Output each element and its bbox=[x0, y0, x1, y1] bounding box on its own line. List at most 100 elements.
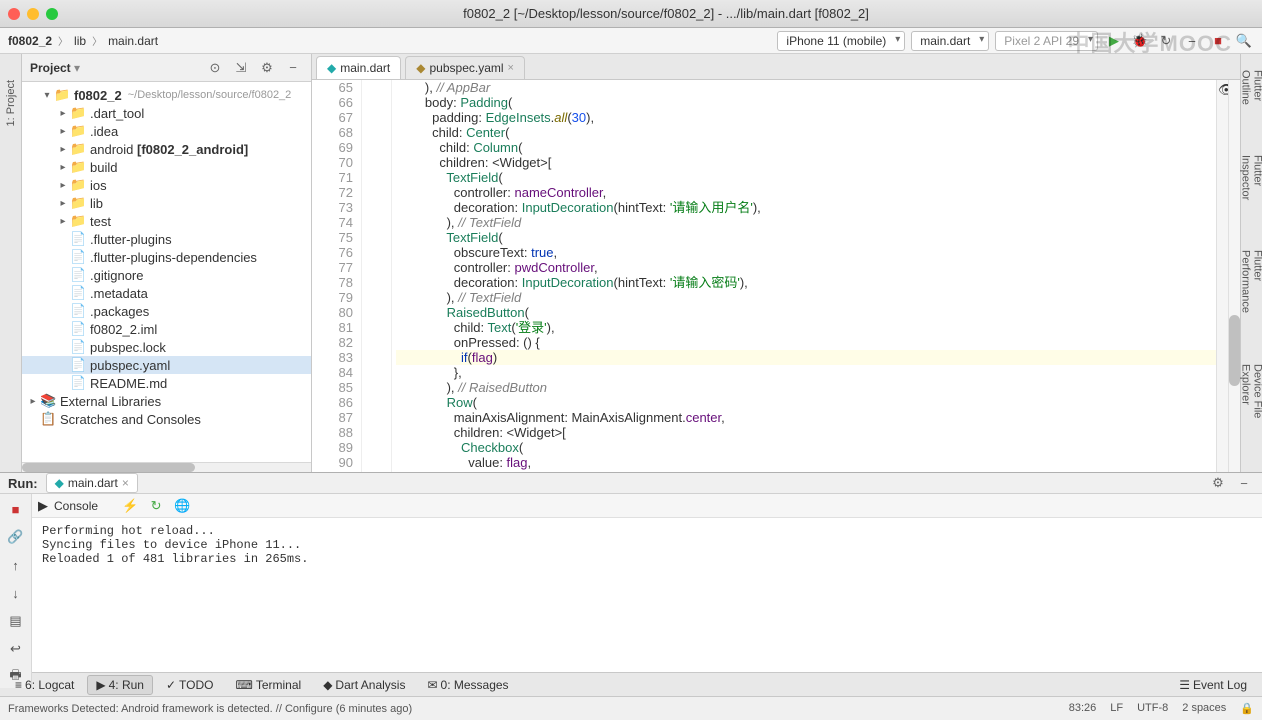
up-icon[interactable]: ↑ bbox=[5, 554, 27, 576]
tree-h-scrollbar[interactable] bbox=[22, 462, 311, 472]
tree-item[interactable]: ▸📁.dart_tool bbox=[22, 104, 311, 122]
attach-icon[interactable]: 🔗 bbox=[5, 526, 27, 548]
locate-icon[interactable]: ⊙ bbox=[205, 58, 225, 78]
inspection-eye-icon[interactable]: 👁 bbox=[1218, 82, 1226, 90]
code-content[interactable]: ), // AppBar body: Padding( padding: Edg… bbox=[392, 80, 1216, 472]
project-tool-tab[interactable]: 1: Project bbox=[3, 74, 19, 132]
tree-root[interactable]: ▾ 📁 f0802_2 ~/Desktop/lesson/source/f080… bbox=[22, 86, 311, 104]
layout-icon[interactable]: ▤ bbox=[5, 610, 27, 632]
device-selector[interactable]: iPhone 11 (mobile) bbox=[777, 31, 905, 51]
close-window[interactable] bbox=[8, 8, 20, 20]
messages-tab[interactable]: ✉0: Messages bbox=[418, 675, 517, 695]
tree-item[interactable]: 📄.flutter-plugins bbox=[22, 230, 311, 248]
tree-item[interactable]: 📄.flutter-plugins-dependencies bbox=[22, 248, 311, 266]
run-button[interactable]: ▶ bbox=[1104, 31, 1124, 51]
tree-arrow-icon[interactable]: ▸ bbox=[56, 144, 70, 155]
tree-item-label: android [f0802_2_android] bbox=[90, 142, 248, 157]
editor-v-scrollbar[interactable] bbox=[1228, 80, 1240, 472]
indent-setting[interactable]: 2 spaces bbox=[1182, 702, 1226, 715]
close-tab-icon[interactable]: × bbox=[508, 62, 514, 74]
project-tree[interactable]: ▾ 📁 f0802_2 ~/Desktop/lesson/source/f080… bbox=[22, 82, 311, 462]
editor-tab-main[interactable]: ◆ main.dart bbox=[316, 56, 401, 79]
lock-icon[interactable]: 🔒 bbox=[1240, 702, 1254, 715]
tree-ext-libraries[interactable]: ▸ 📚 External Libraries bbox=[22, 392, 311, 410]
console-output[interactable]: Performing hot reload... Syncing files t… bbox=[32, 518, 1262, 688]
stop-icon[interactable]: ■ bbox=[5, 498, 27, 520]
tree-item[interactable]: ▸📁android [f0802_2_android] bbox=[22, 140, 311, 158]
device-file-explorer-tab[interactable]: Device File Explorer bbox=[1238, 358, 1262, 468]
breadcrumb[interactable]: f0802_2 〉 lib 〉 main.dart bbox=[8, 33, 158, 48]
hide-icon[interactable]: − bbox=[283, 58, 303, 78]
debug-button[interactable]: 🐞 bbox=[1130, 31, 1150, 51]
tree-item[interactable]: 📄 f0802_2.iml bbox=[22, 320, 311, 338]
tree-item[interactable]: 📄.gitignore bbox=[22, 266, 311, 284]
file-icon: 📁 bbox=[70, 195, 86, 211]
tree-item[interactable]: 📄pubspec.yaml bbox=[22, 356, 311, 374]
tree-item[interactable]: 📄.packages bbox=[22, 302, 311, 320]
run-config-tab[interactable]: ◆ main.dart × bbox=[46, 473, 138, 493]
editor-tab-pubspec[interactable]: ◆ pubspec.yaml × bbox=[405, 56, 525, 79]
minimize-window[interactable] bbox=[27, 8, 39, 20]
file-encoding[interactable]: UTF-8 bbox=[1137, 702, 1168, 715]
restart-icon[interactable]: ↻ bbox=[146, 496, 166, 516]
search-icon[interactable]: 🔍 bbox=[1234, 31, 1254, 51]
flutter-performance-tab[interactable]: Flutter Performance bbox=[1238, 244, 1262, 353]
console-tab-label[interactable]: Console bbox=[54, 499, 98, 513]
annotation-strip[interactable]: 👁 bbox=[1216, 80, 1228, 472]
hot-reload-button[interactable]: ↻ bbox=[1156, 31, 1176, 51]
tree-item[interactable]: ▸📁ios bbox=[22, 176, 311, 194]
tree-item-label: f0802_2.iml bbox=[90, 322, 157, 337]
fold-column[interactable] bbox=[362, 80, 392, 472]
devtools-icon[interactable]: 🌐 bbox=[172, 496, 192, 516]
line-separator[interactable]: LF bbox=[1110, 702, 1123, 715]
settings-icon[interactable]: ⚙ bbox=[257, 58, 277, 78]
hot-reload-icon[interactable]: ⚡ bbox=[120, 496, 140, 516]
tree-scratches[interactable]: 📋 Scratches and Consoles bbox=[22, 410, 311, 428]
run-tab[interactable]: ▶4: Run bbox=[87, 675, 153, 695]
tree-arrow-icon[interactable]: ▸ bbox=[56, 126, 70, 137]
breadcrumb-folder[interactable]: lib bbox=[74, 34, 86, 48]
tree-arrow-icon[interactable]: ▸ bbox=[56, 198, 70, 209]
todo-tab[interactable]: ✓TODO bbox=[157, 675, 223, 695]
attach-button[interactable]: ⎯ bbox=[1182, 31, 1202, 51]
tree-item[interactable]: 📄README.md bbox=[22, 374, 311, 392]
tree-item[interactable]: ▸📁build bbox=[22, 158, 311, 176]
tree-item-label: .packages bbox=[90, 304, 149, 319]
event-log-tab[interactable]: ☰Event Log bbox=[1170, 675, 1256, 695]
tree-item-label: pubspec.yaml bbox=[90, 358, 170, 373]
tree-item[interactable]: ▸📁.idea bbox=[22, 122, 311, 140]
line-gutter[interactable]: 6566676869707172737475767778798081828384… bbox=[312, 80, 362, 472]
code-editor[interactable]: 6566676869707172737475767778798081828384… bbox=[312, 80, 1240, 472]
settings-icon[interactable]: ⚙ bbox=[1208, 473, 1228, 493]
terminal-tab[interactable]: ⌨Terminal bbox=[227, 675, 311, 695]
zoom-window[interactable] bbox=[46, 8, 58, 20]
breadcrumb-project[interactable]: f0802_2 bbox=[8, 34, 52, 48]
logcat-tab[interactable]: ≡6: Logcat bbox=[6, 675, 83, 695]
flutter-outline-tab[interactable]: Flutter Outline bbox=[1238, 64, 1262, 145]
tree-item[interactable]: 📄.metadata bbox=[22, 284, 311, 302]
tree-arrow-icon[interactable]: ▸ bbox=[56, 180, 70, 191]
tree-arrow-icon[interactable]: ▸ bbox=[56, 216, 70, 227]
chevron-right-icon[interactable]: ▸ bbox=[26, 396, 40, 407]
emulator-selector[interactable]: Pixel 2 API 29 bbox=[995, 31, 1098, 51]
chevron-down-icon[interactable]: ▾ bbox=[40, 90, 54, 101]
down-icon[interactable]: ↓ bbox=[5, 582, 27, 604]
tree-item[interactable]: ▸📁lib bbox=[22, 194, 311, 212]
tree-item[interactable]: 📄pubspec.lock bbox=[22, 338, 311, 356]
run-config-selector[interactable]: main.dart bbox=[911, 31, 989, 51]
file-icon: 📄 bbox=[70, 321, 86, 337]
stop-button[interactable]: ■ bbox=[1208, 31, 1228, 51]
expand-icon[interactable]: ⇲ bbox=[231, 58, 251, 78]
hide-icon[interactable]: − bbox=[1234, 473, 1254, 493]
status-message[interactable]: Frameworks Detected: Android framework i… bbox=[8, 703, 412, 715]
tree-item-label: .flutter-plugins-dependencies bbox=[90, 250, 257, 265]
breadcrumb-file[interactable]: main.dart bbox=[108, 34, 158, 48]
tree-arrow-icon[interactable]: ▸ bbox=[56, 108, 70, 119]
close-icon[interactable]: × bbox=[122, 476, 129, 490]
tree-arrow-icon[interactable]: ▸ bbox=[56, 162, 70, 173]
flutter-inspector-tab[interactable]: Flutter Inspector bbox=[1238, 149, 1262, 240]
tree-item[interactable]: ▸📁test bbox=[22, 212, 311, 230]
cursor-position[interactable]: 83:26 bbox=[1069, 702, 1097, 715]
wrap-icon[interactable]: ↩ bbox=[5, 638, 27, 660]
dart-analysis-tab[interactable]: ◆Dart Analysis bbox=[314, 675, 414, 695]
